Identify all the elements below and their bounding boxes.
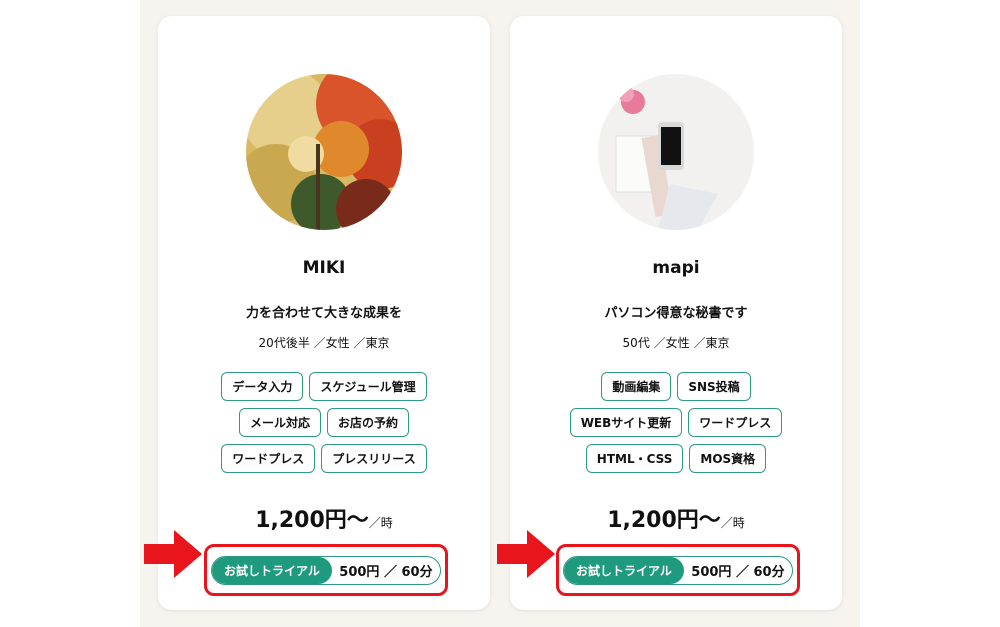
red-arrow-icon [497,530,555,578]
skill-tag: 動画編集 [601,372,672,401]
profile-card[interactable]: mapi パソコン得意な秘書です 50代 ／女性 ／東京 動画編集 SNS投稿 … [510,16,842,610]
skill-tag: お店の予約 [327,408,410,437]
red-arrow-icon [144,530,202,578]
price-unit: ／時 [720,516,745,530]
profile-name: mapi [652,258,700,278]
trial-button[interactable]: お試しトライアル 500円 ／ 60分 [211,556,441,585]
skill-tag: HTML・CSS [585,444,684,473]
skill-tag: MOS資格 [689,444,767,473]
price-unit: ／時 [368,516,393,530]
skill-tags: データ入力 スケジュール管理 メール対応 お店の予約 ワードプレス プレスリリー… [198,372,450,473]
profile-tagline: パソコン得意な秘書です [604,306,748,321]
skill-tag: WEBサイト更新 [569,408,683,437]
skill-tag: スケジュール管理 [309,372,427,401]
avatar [246,74,402,230]
skill-tag: ワードプレス [688,408,783,437]
skill-tag: SNS投稿 [677,372,751,401]
profile-meta: 50代 ／女性 ／東京 [622,336,730,350]
highlight-box: お試しトライアル 500円 ／ 60分 [204,544,448,596]
skill-tag: プレスリリース [321,444,427,473]
profile-card[interactable]: MIKI 力を合わせて大きな成果を 20代後半 ／女性 ／東京 データ入力 スケ… [158,16,490,610]
avatar [598,74,754,230]
skill-tag: ワードプレス [221,444,316,473]
profile-tagline: 力を合わせて大きな成果を [245,306,402,321]
profile-meta: 20代後半 ／女性 ／東京 [258,336,390,350]
skill-tag: メール対応 [238,408,321,437]
highlight-box: お試しトライアル 500円 ／ 60分 [556,544,800,596]
price-amount: 1,200円〜 [255,508,369,533]
trial-price: 500円 ／ 60分 [339,565,433,580]
trial-button[interactable]: お試しトライアル 500円 ／ 60分 [563,556,793,585]
price-amount: 1,200円〜 [607,508,721,533]
trial-label: お試しトライアル [564,557,684,584]
trial-label: お試しトライアル [212,557,332,584]
skill-tags: 動画編集 SNS投稿 WEBサイト更新 ワードプレス HTML・CSS MOS資… [550,372,802,473]
hourly-price: 1,200円〜／時 [510,502,842,534]
skill-tag: データ入力 [221,372,304,401]
hourly-price: 1,200円〜／時 [158,502,490,534]
trial-price: 500円 ／ 60分 [691,565,785,580]
profile-name: MIKI [302,258,346,278]
